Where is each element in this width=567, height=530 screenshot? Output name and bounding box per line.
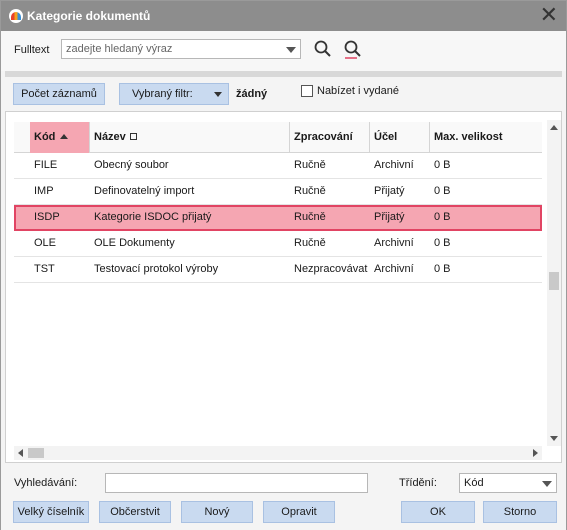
filter-dropdown-button[interactable]: Vybraný filtr:	[119, 83, 229, 105]
sort-ascending-icon	[60, 134, 69, 139]
cell-processing: Ručně	[294, 237, 326, 249]
cell-code: ISDP	[34, 211, 60, 223]
app-logo-icon	[9, 9, 23, 23]
cell-purpose: Archivní	[374, 159, 414, 171]
column-header-name[interactable]: Název	[90, 122, 290, 153]
cell-processing: Nezpracovávat	[294, 263, 368, 275]
cell-name: Definovatelný import	[94, 185, 195, 197]
clear-search-icon[interactable]	[343, 39, 363, 59]
fulltext-placeholder: zadejte hledaný výraz	[66, 43, 173, 55]
column-header-processing[interactable]: Zpracování	[290, 122, 370, 153]
cancel-button[interactable]: Storno	[483, 501, 557, 523]
scroll-thumb[interactable]	[549, 272, 559, 290]
scroll-right-icon[interactable]	[533, 449, 538, 457]
cell-purpose: Archivní	[374, 237, 414, 249]
filter-row: Počet záznamů Vybraný filtr: žádný Nabíz…	[1, 77, 566, 111]
cell-max-size: 0 B	[434, 237, 451, 249]
chevron-down-icon[interactable]	[286, 47, 296, 53]
column-filter-icon	[129, 133, 137, 140]
cell-name: Testovací protokol výroby	[94, 263, 219, 275]
dialog-window: Kategorie dokumentů ✕ Fulltext zadejte h…	[0, 0, 567, 530]
offer-issued-label: Nabízet i vydané	[317, 85, 399, 97]
big-list-button[interactable]: Velký číselník	[13, 501, 89, 523]
sort-value: Kód	[464, 477, 484, 489]
window-title: Kategorie dokumentů	[27, 9, 151, 23]
column-header-purpose[interactable]: Účel	[370, 122, 430, 153]
chevron-down-icon[interactable]	[542, 481, 552, 487]
sort-dropdown[interactable]: Kód	[459, 473, 557, 493]
edit-button[interactable]: Opravit	[263, 501, 335, 523]
scroll-thumb[interactable]	[28, 448, 44, 458]
search-input[interactable]	[105, 473, 368, 493]
filter-button-label: Vybraný filtr:	[132, 88, 193, 100]
cell-max-size: 0 B	[434, 159, 451, 171]
close-icon[interactable]: ✕	[540, 4, 558, 26]
cell-max-size: 0 B	[434, 263, 451, 275]
table-row[interactable]: OLE OLE Dokumenty Ručně Archivní 0 B	[14, 231, 542, 257]
scroll-left-icon[interactable]	[18, 449, 23, 457]
horizontal-scrollbar[interactable]	[14, 446, 542, 460]
cell-purpose: Archivní	[374, 263, 414, 275]
sort-label: Třídění:	[399, 477, 437, 489]
table-row[interactable]: IMP Definovatelný import Ručně Přijatý 0…	[14, 179, 542, 205]
refresh-button[interactable]: Občerstvit	[99, 501, 171, 523]
new-button[interactable]: Nový	[181, 501, 253, 523]
search-label: Vyhledávání:	[14, 477, 78, 489]
cell-code: IMP	[34, 185, 54, 197]
filter-value: žádný	[236, 88, 268, 100]
column-header-code[interactable]: Kód	[30, 122, 90, 153]
chevron-down-icon	[214, 92, 222, 97]
cell-max-size: 0 B	[434, 211, 451, 223]
table-row-selected[interactable]: ISDP Kategorie ISDOC přijatý Ručně Přija…	[14, 205, 542, 231]
cell-code: TST	[34, 263, 55, 275]
cell-purpose: Přijatý	[374, 211, 405, 223]
table-row[interactable]: TST Testovací protokol výroby Nezpracová…	[14, 257, 542, 283]
cell-name: Obecný soubor	[94, 159, 169, 171]
cell-processing: Ručně	[294, 159, 326, 171]
cell-code: OLE	[34, 237, 57, 249]
fulltext-combo[interactable]: zadejte hledaný výraz	[61, 39, 301, 59]
cell-processing: Ručně	[294, 185, 326, 197]
ok-button[interactable]: OK	[401, 501, 475, 523]
column-header-max-size[interactable]: Max. velikost	[430, 122, 542, 153]
vertical-scrollbar[interactable]	[547, 120, 561, 446]
cell-max-size: 0 B	[434, 185, 451, 197]
fulltext-row: Fulltext zadejte hledaný výraz	[1, 31, 566, 71]
offer-issued-checkbox[interactable]	[301, 85, 313, 97]
search-icon[interactable]	[313, 39, 333, 59]
table-row[interactable]: FILE Obecný soubor Ručně Archivní 0 B	[14, 153, 542, 179]
cell-processing: Ručně	[294, 211, 326, 223]
cell-code: FILE	[34, 159, 58, 171]
scroll-down-icon[interactable]	[550, 436, 558, 441]
titlebar[interactable]: Kategorie dokumentů ✕	[1, 1, 566, 31]
scroll-up-icon[interactable]	[550, 125, 558, 130]
fulltext-label: Fulltext	[14, 44, 50, 56]
bottom-bar: Vyhledávání: Třídění: Kód Velký číselník…	[1, 465, 566, 530]
record-count-button[interactable]: Počet záznamů	[13, 83, 105, 105]
data-grid: Kód Název Zpracování Účel Max. velikost …	[5, 111, 562, 463]
cell-name: Kategorie ISDOC přijatý	[94, 211, 212, 223]
cell-name: OLE Dokumenty	[94, 237, 175, 249]
grid-header: Kód Název Zpracování Účel Max. velikost	[14, 122, 542, 153]
cell-purpose: Přijatý	[374, 185, 405, 197]
